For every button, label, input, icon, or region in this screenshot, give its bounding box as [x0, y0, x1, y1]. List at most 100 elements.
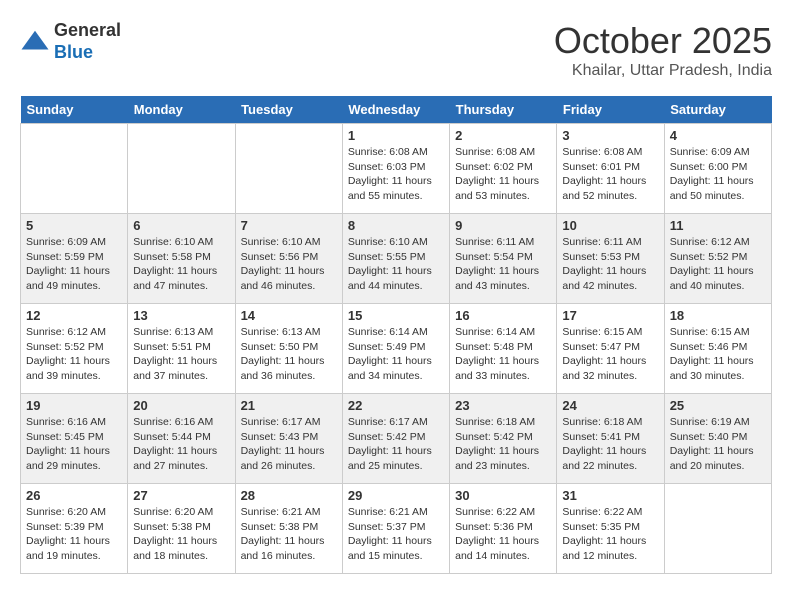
calendar-cell: 10 Sunrise: 6:11 AM Sunset: 5:53 PM Dayli…	[557, 214, 664, 304]
day-info: Sunrise: 6:10 AM Sunset: 5:58 PM Dayligh…	[133, 235, 229, 294]
day-number: 16	[455, 308, 551, 323]
day-info: Sunrise: 6:11 AM Sunset: 5:54 PM Dayligh…	[455, 235, 551, 294]
day-number: 6	[133, 218, 229, 233]
day-info: Sunrise: 6:18 AM Sunset: 5:42 PM Dayligh…	[455, 415, 551, 474]
day-number: 15	[348, 308, 444, 323]
calendar-cell: 19 Sunrise: 6:16 AM Sunset: 5:45 PM Dayli…	[21, 394, 128, 484]
day-info: Sunrise: 6:10 AM Sunset: 5:55 PM Dayligh…	[348, 235, 444, 294]
calendar-cell: 2Sunrise: 6:08 AM Sunset: 6:02 PM Daylig…	[450, 124, 557, 214]
logo-general: General	[54, 20, 121, 40]
day-info: Sunrise: 6:15 AM Sunset: 5:46 PM Dayligh…	[670, 325, 766, 384]
day-info: Sunrise: 6:11 AM Sunset: 5:53 PM Dayligh…	[562, 235, 658, 294]
calendar-cell: 7 Sunrise: 6:10 AM Sunset: 5:56 PM Daylig…	[235, 214, 342, 304]
day-number: 26	[26, 488, 122, 503]
calendar-cell: 16 Sunrise: 6:14 AM Sunset: 5:48 PM Dayli…	[450, 304, 557, 394]
day-number: 31	[562, 488, 658, 503]
calendar-header-row: SundayMondayTuesdayWednesdayThursdayFrid…	[21, 96, 772, 124]
weekday-header: Monday	[128, 96, 235, 124]
day-info: Sunrise: 6:14 AM Sunset: 5:49 PM Dayligh…	[348, 325, 444, 384]
day-info: Sunrise: 6:09 AM Sunset: 6:00 PM Dayligh…	[670, 145, 766, 204]
day-number: 27	[133, 488, 229, 503]
calendar-cell: 24Sunrise: 6:18 AM Sunset: 5:41 PM Dayli…	[557, 394, 664, 484]
calendar-cell: 23Sunrise: 6:18 AM Sunset: 5:42 PM Dayli…	[450, 394, 557, 484]
calendar-cell: 30Sunrise: 6:22 AM Sunset: 5:36 PM Dayli…	[450, 484, 557, 574]
page-header: General Blue October 2025 Khailar, Uttar…	[20, 20, 772, 80]
day-number: 21	[241, 398, 337, 413]
calendar-week-row: 5Sunrise: 6:09 AM Sunset: 5:59 PM Daylig…	[21, 214, 772, 304]
day-number: 10	[562, 218, 658, 233]
calendar-cell	[21, 124, 128, 214]
logo: General Blue	[20, 20, 121, 63]
calendar-cell: 27 Sunrise: 6:20 AM Sunset: 5:38 PM Dayli…	[128, 484, 235, 574]
calendar-cell: 20Sunrise: 6:16 AM Sunset: 5:44 PM Dayli…	[128, 394, 235, 484]
day-number: 17	[562, 308, 658, 323]
day-info: Sunrise: 6:15 AM Sunset: 5:47 PM Dayligh…	[562, 325, 658, 384]
day-info: Sunrise: 6:12 AM Sunset: 5:52 PM Dayligh…	[26, 325, 122, 384]
weekday-header: Saturday	[664, 96, 771, 124]
weekday-header: Tuesday	[235, 96, 342, 124]
day-info: Sunrise: 6:20 AM Sunset: 5:39 PM Dayligh…	[26, 505, 122, 564]
calendar-cell: 1 Sunrise: 6:08 AM Sunset: 6:03 PM Daylig…	[342, 124, 449, 214]
day-info: Sunrise: 6:14 AM Sunset: 5:48 PM Dayligh…	[455, 325, 551, 384]
calendar-cell: 22 Sunrise: 6:17 AM Sunset: 5:42 PM Dayli…	[342, 394, 449, 484]
weekday-header: Sunday	[21, 96, 128, 124]
calendar-cell: 4 Sunrise: 6:09 AM Sunset: 6:00 PM Daylig…	[664, 124, 771, 214]
calendar-cell: 3 Sunrise: 6:08 AM Sunset: 6:01 PM Daylig…	[557, 124, 664, 214]
calendar-cell: 11Sunrise: 6:12 AM Sunset: 5:52 PM Dayli…	[664, 214, 771, 304]
day-info: Sunrise: 6:17 AM Sunset: 5:43 PM Dayligh…	[241, 415, 337, 474]
day-number: 12	[26, 308, 122, 323]
calendar-cell	[128, 124, 235, 214]
day-number: 7	[241, 218, 337, 233]
day-number: 1	[348, 128, 444, 143]
day-info: Sunrise: 6:16 AM Sunset: 5:45 PM Dayligh…	[26, 415, 122, 474]
day-info: Sunrise: 6:13 AM Sunset: 5:51 PM Dayligh…	[133, 325, 229, 384]
day-number: 5	[26, 218, 122, 233]
day-info: Sunrise: 6:20 AM Sunset: 5:38 PM Dayligh…	[133, 505, 229, 564]
calendar-table: SundayMondayTuesdayWednesdayThursdayFrid…	[20, 96, 772, 574]
calendar-cell: 14 Sunrise: 6:13 AM Sunset: 5:50 PM Dayli…	[235, 304, 342, 394]
title-block: October 2025 Khailar, Uttar Pradesh, Ind…	[554, 20, 772, 80]
day-info: Sunrise: 6:21 AM Sunset: 5:38 PM Dayligh…	[241, 505, 337, 564]
day-info: Sunrise: 6:22 AM Sunset: 5:36 PM Dayligh…	[455, 505, 551, 564]
calendar-cell: 21 Sunrise: 6:17 AM Sunset: 5:43 PM Dayli…	[235, 394, 342, 484]
day-info: Sunrise: 6:08 AM Sunset: 6:01 PM Dayligh…	[562, 145, 658, 204]
day-number: 18	[670, 308, 766, 323]
day-info: Sunrise: 6:17 AM Sunset: 5:42 PM Dayligh…	[348, 415, 444, 474]
day-number: 4	[670, 128, 766, 143]
day-number: 8	[348, 218, 444, 233]
calendar-cell: 25Sunrise: 6:19 AM Sunset: 5:40 PM Dayli…	[664, 394, 771, 484]
calendar-cell: 6 Sunrise: 6:10 AM Sunset: 5:58 PM Daylig…	[128, 214, 235, 304]
calendar-cell: 31Sunrise: 6:22 AM Sunset: 5:35 PM Dayli…	[557, 484, 664, 574]
calendar-body: 1 Sunrise: 6:08 AM Sunset: 6:03 PM Daylig…	[21, 124, 772, 574]
calendar-cell: 28Sunrise: 6:21 AM Sunset: 5:38 PM Dayli…	[235, 484, 342, 574]
logo-blue: Blue	[54, 42, 93, 62]
day-number: 14	[241, 308, 337, 323]
day-info: Sunrise: 6:13 AM Sunset: 5:50 PM Dayligh…	[241, 325, 337, 384]
calendar-week-row: 12 Sunrise: 6:12 AM Sunset: 5:52 PM Dayli…	[21, 304, 772, 394]
weekday-header: Wednesday	[342, 96, 449, 124]
calendar-cell: 15 Sunrise: 6:14 AM Sunset: 5:49 PM Dayli…	[342, 304, 449, 394]
calendar-week-row: 1 Sunrise: 6:08 AM Sunset: 6:03 PM Daylig…	[21, 124, 772, 214]
calendar-cell	[664, 484, 771, 574]
day-number: 13	[133, 308, 229, 323]
day-info: Sunrise: 6:08 AM Sunset: 6:03 PM Dayligh…	[348, 145, 444, 204]
logo-icon	[20, 27, 50, 57]
day-number: 25	[670, 398, 766, 413]
day-number: 19	[26, 398, 122, 413]
day-number: 9	[455, 218, 551, 233]
day-number: 22	[348, 398, 444, 413]
calendar-cell: 17 Sunrise: 6:15 AM Sunset: 5:47 PM Dayli…	[557, 304, 664, 394]
calendar-cell: 12 Sunrise: 6:12 AM Sunset: 5:52 PM Dayli…	[21, 304, 128, 394]
day-info: Sunrise: 6:21 AM Sunset: 5:37 PM Dayligh…	[348, 505, 444, 564]
weekday-header: Friday	[557, 96, 664, 124]
calendar-cell: 26 Sunrise: 6:20 AM Sunset: 5:39 PM Dayli…	[21, 484, 128, 574]
day-info: Sunrise: 6:18 AM Sunset: 5:41 PM Dayligh…	[562, 415, 658, 474]
day-number: 3	[562, 128, 658, 143]
calendar-cell	[235, 124, 342, 214]
day-number: 29	[348, 488, 444, 503]
calendar-cell: 18 Sunrise: 6:15 AM Sunset: 5:46 PM Dayli…	[664, 304, 771, 394]
day-info: Sunrise: 6:08 AM Sunset: 6:02 PM Dayligh…	[455, 145, 551, 204]
calendar-cell: 9 Sunrise: 6:11 AM Sunset: 5:54 PM Daylig…	[450, 214, 557, 304]
day-info: Sunrise: 6:16 AM Sunset: 5:44 PM Dayligh…	[133, 415, 229, 474]
day-info: Sunrise: 6:10 AM Sunset: 5:56 PM Dayligh…	[241, 235, 337, 294]
